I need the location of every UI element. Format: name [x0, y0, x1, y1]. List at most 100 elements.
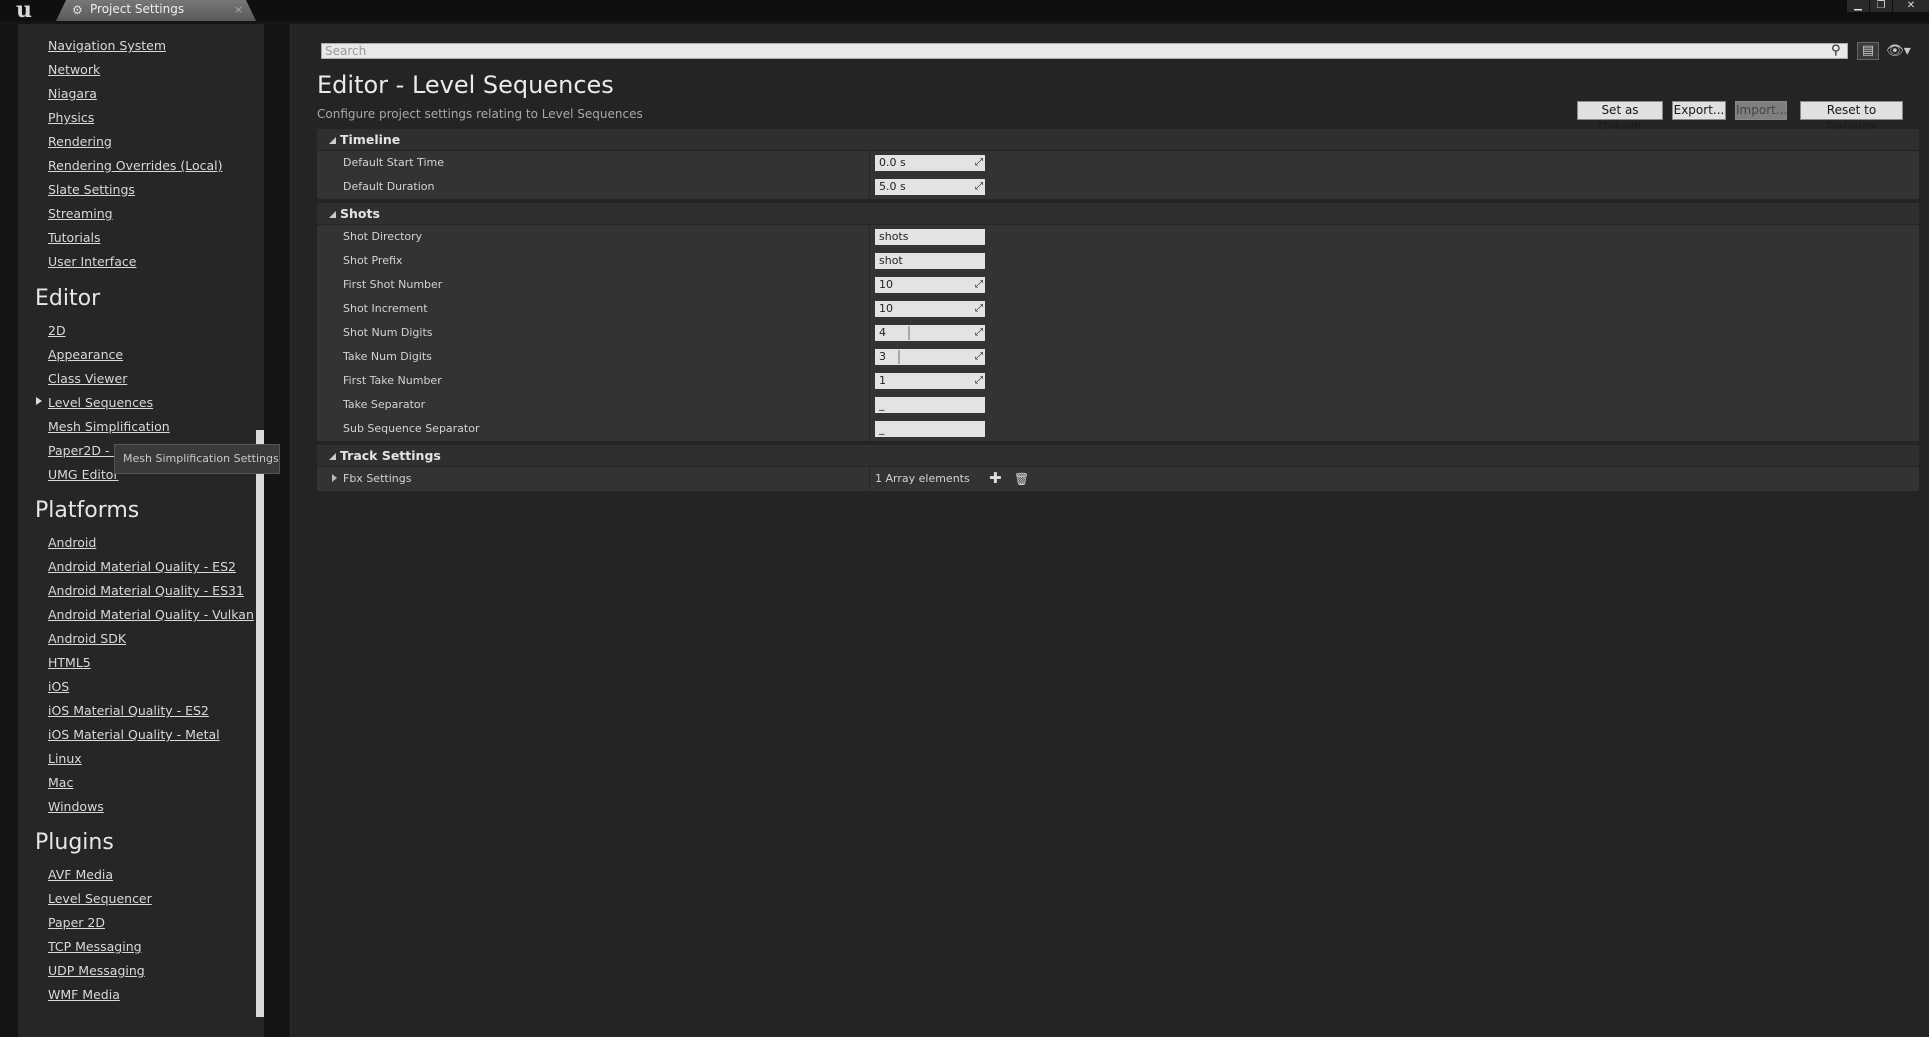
take-separator-input[interactable]: _	[875, 397, 985, 413]
sidebar-item-ios-mq-es2[interactable]: iOS Material Quality - ES2	[48, 703, 209, 718]
field-value: 5.0 s	[879, 180, 906, 193]
search-box[interactable]: ⚲	[321, 43, 1848, 59]
sidebar-item-level-sequences[interactable]: Level Sequences	[48, 395, 153, 410]
sidebar-item-android-mq-es2[interactable]: Android Material Quality - ES2	[48, 559, 236, 574]
sidebar-item-class-viewer[interactable]: Class Viewer	[48, 371, 127, 386]
sidebar-item-udp-messaging[interactable]: UDP Messaging	[48, 963, 145, 978]
sidebar-item-niagara[interactable]: Niagara	[48, 86, 97, 101]
property-row-default-start-time: Default Start Time 0.0 s ⤢	[317, 151, 1919, 175]
close-window-button[interactable]: ✕	[1893, 0, 1929, 12]
tab-project-settings[interactable]: ⚙ Project Settings ×	[56, 0, 256, 21]
search-icon[interactable]: ⚲	[1831, 43, 1841, 58]
sidebar-item-android[interactable]: Android	[48, 535, 96, 550]
first-shot-number-spinbox[interactable]: 10 ⤢	[875, 277, 985, 293]
page-subtitle: Configure project settings relating to L…	[317, 107, 643, 121]
expand-arrow-icon[interactable]	[332, 474, 337, 482]
section-heading-plugins: Plugins	[35, 830, 114, 855]
sidebar-item-streaming[interactable]: Streaming	[48, 206, 113, 221]
slider-handle[interactable]	[908, 326, 910, 340]
shot-num-digits-slider[interactable]: 4 ⤢	[875, 325, 985, 341]
property-matrix-icon[interactable]: ▤	[1857, 42, 1879, 60]
column-splitter[interactable]	[869, 249, 870, 273]
sidebar-item-tutorials[interactable]: Tutorials	[48, 230, 100, 245]
sidebar-item-rendering[interactable]: Rendering	[48, 134, 112, 149]
column-splitter[interactable]	[869, 151, 870, 175]
column-splitter[interactable]	[869, 467, 870, 491]
sidebar-item-tcp-messaging[interactable]: TCP Messaging	[48, 939, 142, 954]
spin-arrows-icon: ⤢	[975, 157, 983, 168]
reset-to-defaults-button[interactable]: Reset to Defaults	[1800, 101, 1903, 134]
sidebar-item-ios-mq-metal[interactable]: iOS Material Quality - Metal	[48, 727, 220, 742]
sidebar-item-mesh-simplification[interactable]: Mesh Simplification	[48, 419, 170, 434]
collapse-arrow-icon	[329, 211, 336, 218]
sidebar-item-2d[interactable]: 2D	[48, 323, 66, 338]
sidebar-item-umg-editor[interactable]: UMG Editor	[48, 467, 119, 482]
sidebar-item-android-mq-vulkan[interactable]: Android Material Quality - Vulkan	[48, 607, 254, 622]
import-button[interactable]: Import...	[1735, 101, 1787, 120]
search-input[interactable]	[325, 44, 1820, 58]
set-as-default-button[interactable]: Set as Default	[1577, 101, 1663, 134]
sidebar-item-paper-2d[interactable]: Paper 2D	[48, 915, 105, 930]
shot-directory-input[interactable]: shots	[875, 229, 985, 245]
sidebar-item-level-sequencer[interactable]: Level Sequencer	[48, 891, 152, 906]
sidebar-item-html5[interactable]: HTML5	[48, 655, 91, 670]
property-row-take-num-digits: Take Num Digits 3 ⤢	[317, 345, 1919, 369]
first-take-number-spinbox[interactable]: 1 ⤢	[875, 373, 985, 389]
sidebar-item-user-interface[interactable]: User Interface	[48, 254, 136, 269]
column-splitter[interactable]	[869, 175, 870, 199]
spin-arrows-icon: ⤢	[975, 375, 983, 386]
column-splitter[interactable]	[869, 225, 870, 249]
column-splitter[interactable]	[869, 417, 870, 441]
column-splitter[interactable]	[869, 369, 870, 393]
spin-arrows-icon: ⤢	[975, 279, 983, 290]
export-button[interactable]: Export...	[1672, 101, 1726, 120]
shot-increment-spinbox[interactable]: 10 ⤢	[875, 301, 985, 317]
sidebar-item-android-mq-es31[interactable]: Android Material Quality - ES31	[48, 583, 244, 598]
category-shots[interactable]: Shots	[317, 203, 1919, 224]
minimize-button[interactable]: ▁	[1847, 0, 1869, 12]
settings-sidebar: Navigation System Network Niagara Physic…	[18, 24, 264, 1037]
spin-arrows-icon: ⤢	[975, 351, 983, 362]
add-element-plus-icon[interactable]: ✚	[989, 469, 1002, 487]
sub-sequence-separator-input[interactable]: _	[875, 421, 985, 437]
property-row-shot-increment: Shot Increment 10 ⤢	[317, 297, 1919, 321]
category-timeline[interactable]: Timeline	[317, 129, 1919, 150]
sidebar-item-windows[interactable]: Windows	[48, 799, 104, 814]
property-row-take-separator: Take Separator _	[317, 393, 1919, 417]
field-value: 1	[879, 374, 886, 387]
delete-all-trash-icon[interactable]: 🗑	[1014, 470, 1029, 488]
field-value: 4	[879, 326, 886, 339]
sidebar-scrollbar[interactable]	[256, 430, 264, 1017]
property-row-sub-sequence-separator: Sub Sequence Separator _	[317, 417, 1919, 441]
sidebar-item-mac[interactable]: Mac	[48, 775, 73, 790]
tab-close-icon[interactable]: ×	[234, 3, 243, 16]
sidebar-item-ios[interactable]: iOS	[48, 679, 69, 694]
sidebar-item-navigation-system[interactable]: Navigation System	[48, 38, 166, 53]
default-duration-spinbox[interactable]: 5.0 s ⤢	[875, 179, 985, 195]
shot-prefix-input[interactable]: shot	[875, 253, 985, 269]
sidebar-item-android-sdk[interactable]: Android SDK	[48, 631, 126, 646]
property-label: Shot Num Digits	[343, 326, 433, 339]
property-label: Shot Increment	[343, 302, 428, 315]
column-splitter[interactable]	[869, 345, 870, 369]
property-row-default-duration: Default Duration 5.0 s ⤢	[317, 175, 1919, 199]
sidebar-item-appearance[interactable]: Appearance	[48, 347, 123, 362]
sidebar-item-physics[interactable]: Physics	[48, 110, 94, 125]
column-splitter[interactable]	[869, 393, 870, 417]
sidebar-item-slate-settings[interactable]: Slate Settings	[48, 182, 135, 197]
sidebar-item-avf-media[interactable]: AVF Media	[48, 867, 113, 882]
take-num-digits-slider[interactable]: 3 ⤢	[875, 349, 985, 365]
column-splitter[interactable]	[869, 297, 870, 321]
category-track-settings[interactable]: Track Settings	[317, 445, 1919, 466]
column-splitter[interactable]	[869, 273, 870, 297]
default-start-time-spinbox[interactable]: 0.0 s ⤢	[875, 155, 985, 171]
sidebar-item-linux[interactable]: Linux	[48, 751, 82, 766]
column-splitter[interactable]	[869, 321, 870, 345]
slider-handle[interactable]	[898, 350, 900, 364]
sidebar-item-rendering-overrides[interactable]: Rendering Overrides (Local)	[48, 158, 223, 173]
maximize-button[interactable]: ❐	[1870, 0, 1892, 12]
view-options-eye-icon[interactable]: 👁▾	[1886, 43, 1922, 59]
sidebar-item-network[interactable]: Network	[48, 62, 100, 77]
property-label: First Shot Number	[343, 278, 443, 291]
sidebar-item-wmf-media[interactable]: WMF Media	[48, 987, 120, 1002]
